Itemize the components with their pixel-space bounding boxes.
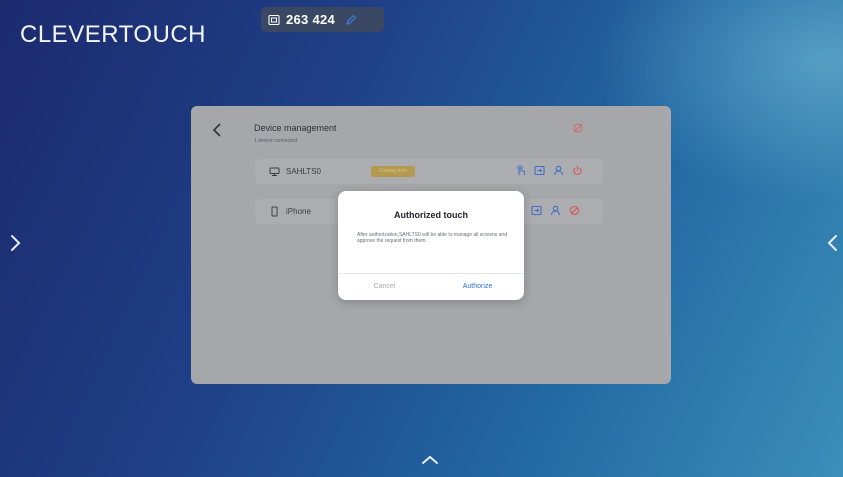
power-icon[interactable] <box>572 165 583 176</box>
desktop-background: CLEVERTOUCH 263 424 Device management 1 … <box>0 0 843 477</box>
chevron-right-icon[interactable] <box>10 234 22 252</box>
authorize-touch-dialog: Authorized touch After authorization,SAH… <box>338 191 524 300</box>
dialog-title: Authorized touch <box>394 210 468 220</box>
authorize-button[interactable]: Authorize <box>431 274 524 300</box>
cancel-button[interactable]: Cancel <box>338 274 431 300</box>
panel-title: Device management <box>254 123 337 133</box>
device-row[interactable]: SAHLTS0 Casting now <box>255 159 603 184</box>
cast-screen-icon <box>268 14 280 26</box>
back-icon[interactable] <box>212 123 222 137</box>
chevron-up-icon[interactable] <box>421 455 439 465</box>
connection-code-pill[interactable]: 263 424 <box>261 7 384 32</box>
phone-icon <box>269 206 280 217</box>
status-badge: Casting now <box>371 166 415 177</box>
brand-logo: CLEVERTOUCH <box>20 21 206 48</box>
pencil-icon[interactable] <box>345 14 357 26</box>
chevron-left-icon[interactable] <box>826 234 838 252</box>
screen-share-icon[interactable] <box>531 205 542 216</box>
touch-icon[interactable] <box>515 165 526 176</box>
screen-share-icon[interactable] <box>534 165 545 176</box>
user-icon[interactable] <box>553 165 564 176</box>
device-actions <box>515 165 583 176</box>
device-name: SAHLTS0 <box>286 167 321 176</box>
unlink-icon[interactable] <box>572 122 584 134</box>
user-icon[interactable] <box>550 205 561 216</box>
device-actions <box>531 205 580 216</box>
dialog-message: After authorization,SAHLTS0 will be able… <box>357 232 507 244</box>
laptop-icon <box>269 166 280 177</box>
disconnect-icon[interactable] <box>569 205 580 216</box>
device-name: iPhone <box>286 207 311 216</box>
connection-code: 263 424 <box>286 12 336 27</box>
panel-subtitle: 1 device connected <box>254 138 298 144</box>
